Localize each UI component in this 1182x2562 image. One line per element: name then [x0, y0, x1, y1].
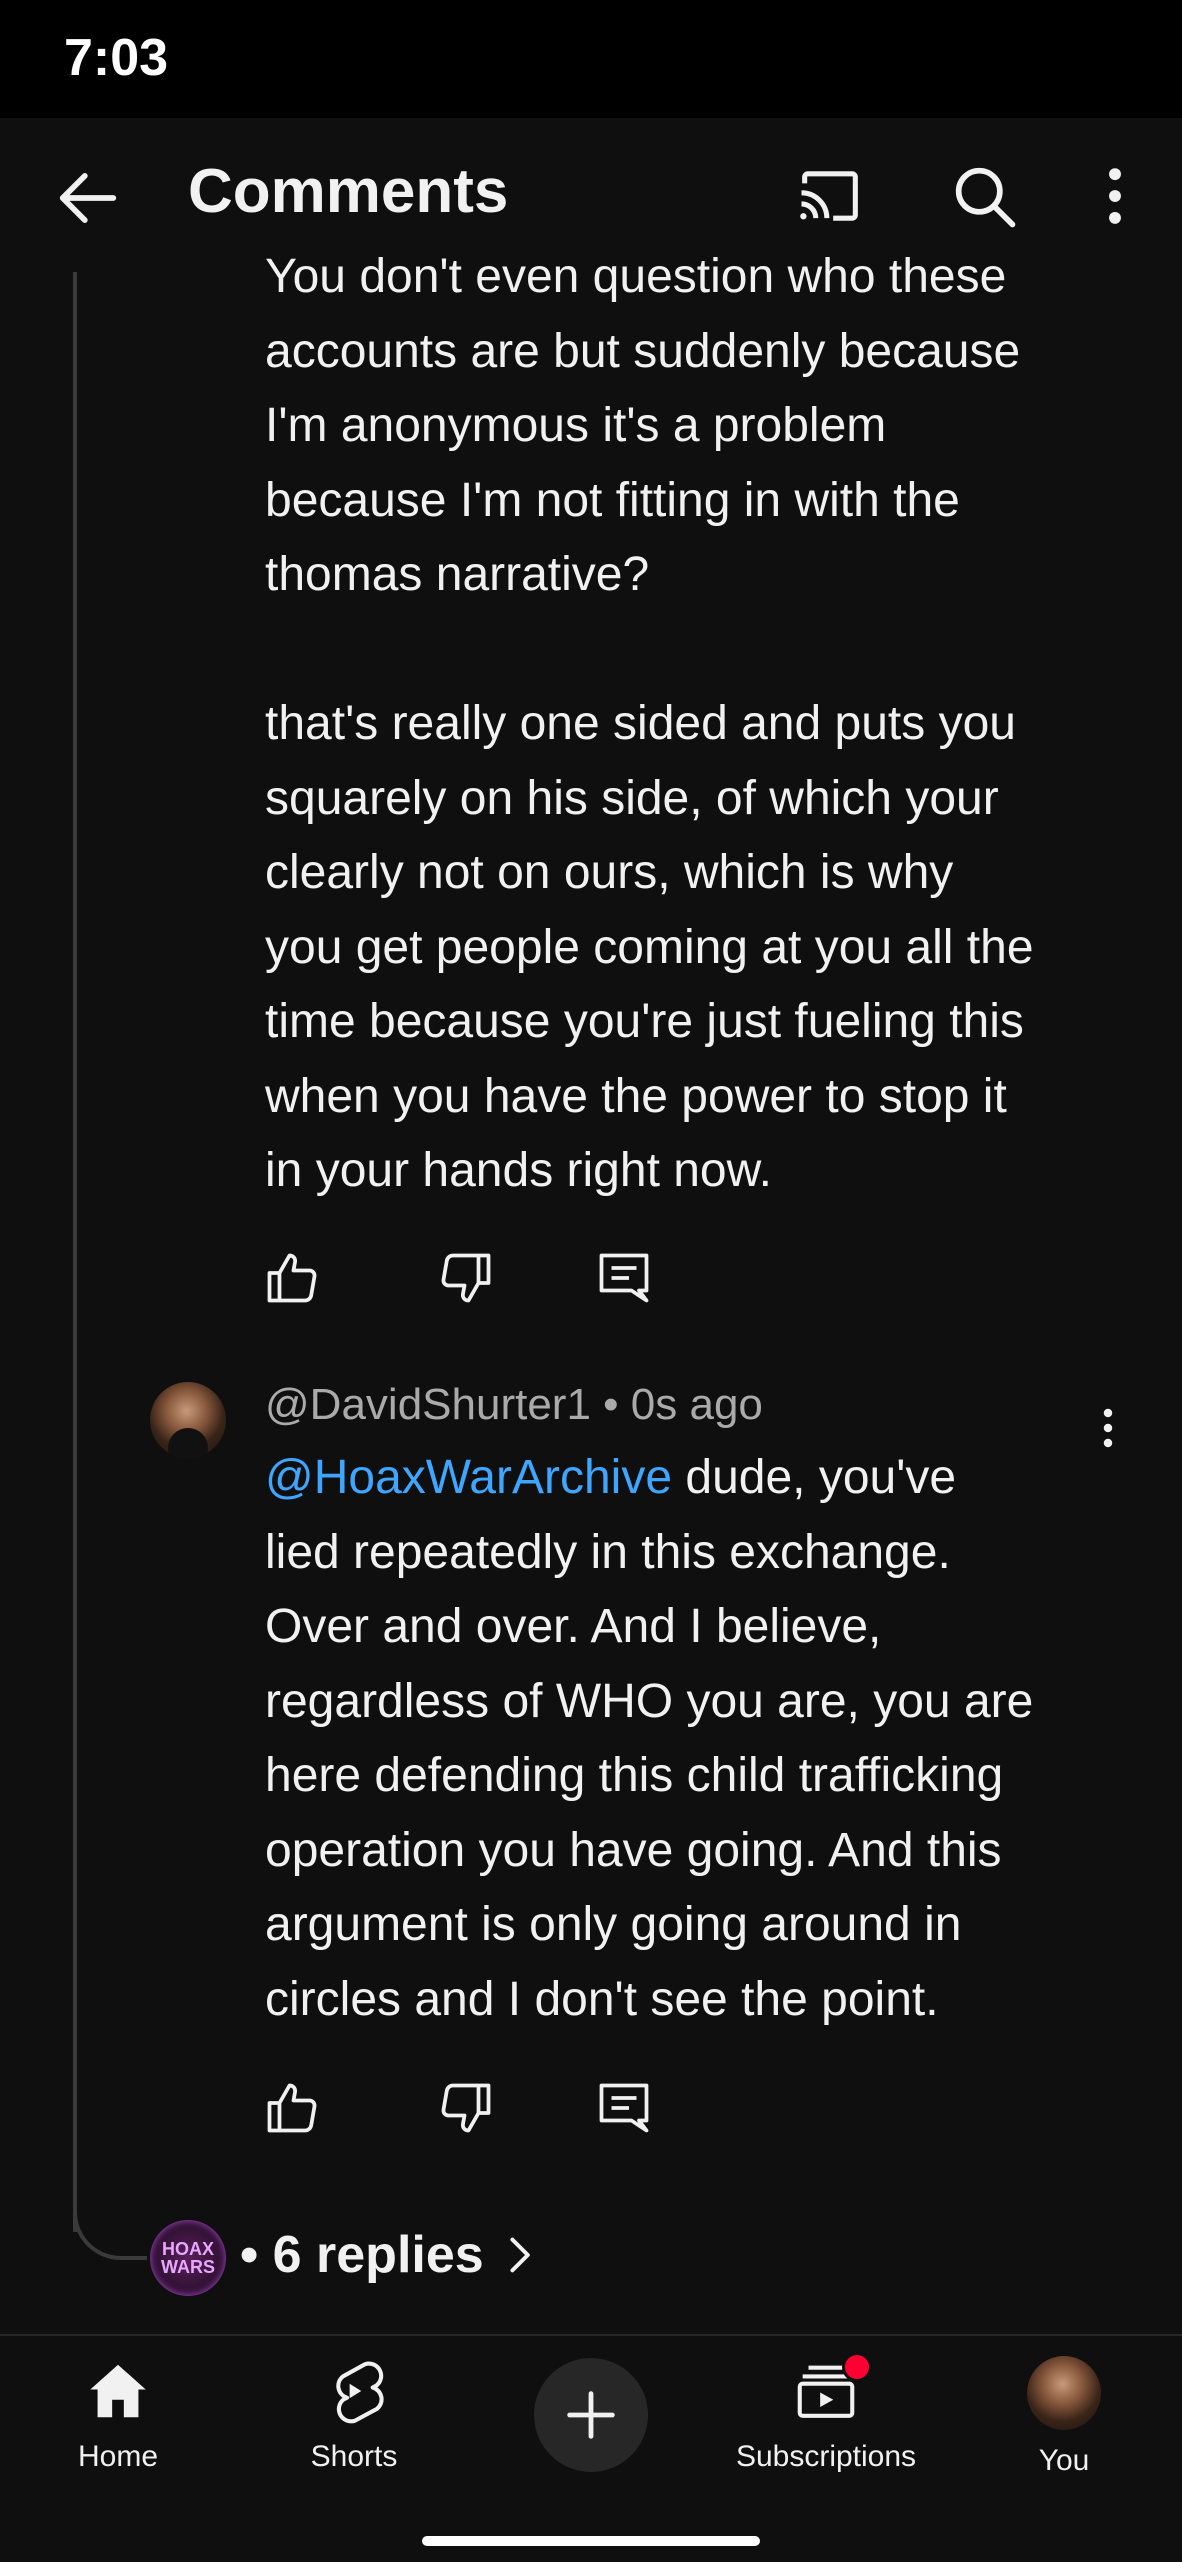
comment-text: You don't even question who these accoun…: [265, 250, 1034, 1197]
comment-author[interactable]: @DavidShurter1: [265, 1380, 591, 1429]
plus-icon: [567, 2391, 615, 2439]
reply-button[interactable]: [594, 2078, 654, 2138]
search-icon: [955, 167, 1016, 228]
cast-button[interactable]: [792, 158, 868, 234]
meta-separator: •: [603, 1380, 619, 1429]
comment-time: 0s ago: [630, 1380, 763, 1429]
nav-label: Subscriptions: [735, 2440, 917, 2473]
mention-link[interactable]: @HoaxWarArchive: [265, 1451, 672, 1504]
more-vert-icon: [1109, 168, 1121, 224]
view-replies-button[interactable]: • 6 replies: [240, 2225, 534, 2285]
like-button[interactable]: [262, 2078, 322, 2138]
nav-label: Shorts: [310, 2440, 398, 2473]
reply-button[interactable]: [594, 1248, 654, 1308]
cast-icon: [800, 171, 858, 221]
thumbs-down-icon: [441, 1253, 491, 1303]
back-button[interactable]: [50, 160, 126, 236]
status-time: 7:03: [64, 29, 169, 87]
bottom-navigation: Home Shorts Subscriptions You: [0, 2334, 1182, 2562]
nav-you[interactable]: You: [954, 2356, 1174, 2496]
dislike-button[interactable]: [436, 2078, 496, 2138]
page-title: Comments: [188, 157, 509, 226]
comment-text: dude, you've lied repeatedly in this exc…: [265, 1451, 1034, 2026]
nav-label: Home: [77, 2440, 159, 2473]
shorts-icon: [336, 2361, 384, 2424]
reply-comment-icon: [599, 1253, 649, 1303]
more-options-button[interactable]: [1090, 158, 1140, 234]
home-icon: [90, 2364, 146, 2418]
thread-connector: [73, 2200, 147, 2260]
nav-label: You: [1038, 2444, 1090, 2477]
nav-shorts[interactable]: Shorts: [244, 2356, 464, 2496]
thumbs-up-icon: [267, 1253, 317, 1303]
thumbs-down-icon: [441, 2083, 491, 2133]
comment-body: @HoaxWarArchive dude, you've lied repeat…: [265, 1441, 1105, 2037]
home-indicator[interactable]: [422, 2536, 760, 2546]
arrow-left-icon: [59, 172, 117, 224]
notification-dot: [842, 2352, 872, 2382]
search-button[interactable]: [946, 158, 1022, 234]
avatar[interactable]: [150, 1382, 226, 1458]
thumbs-up-icon: [267, 2083, 317, 2133]
reply-comment-icon: [599, 2083, 649, 2133]
thread-line: [73, 272, 77, 2232]
nav-subscriptions[interactable]: Subscriptions: [716, 2356, 936, 2496]
avatar: [1027, 2356, 1101, 2430]
avatar-logo-text: WARS: [161, 2257, 215, 2277]
replies-label: • 6 replies: [240, 2226, 484, 2284]
like-button[interactable]: [262, 1248, 322, 1308]
nav-home[interactable]: Home: [8, 2356, 228, 2496]
chevron-right-icon: [510, 2237, 530, 2273]
dislike-button[interactable]: [436, 1248, 496, 1308]
comment-meta: @DavidShurter1 • 0s ago: [265, 1380, 763, 1430]
create-button[interactable]: [534, 2358, 648, 2472]
status-bar: 7:03: [0, 0, 1182, 118]
channel-avatar[interactable]: HOAX WARS: [150, 2220, 226, 2296]
avatar-logo-text: HOAX: [161, 2239, 214, 2259]
